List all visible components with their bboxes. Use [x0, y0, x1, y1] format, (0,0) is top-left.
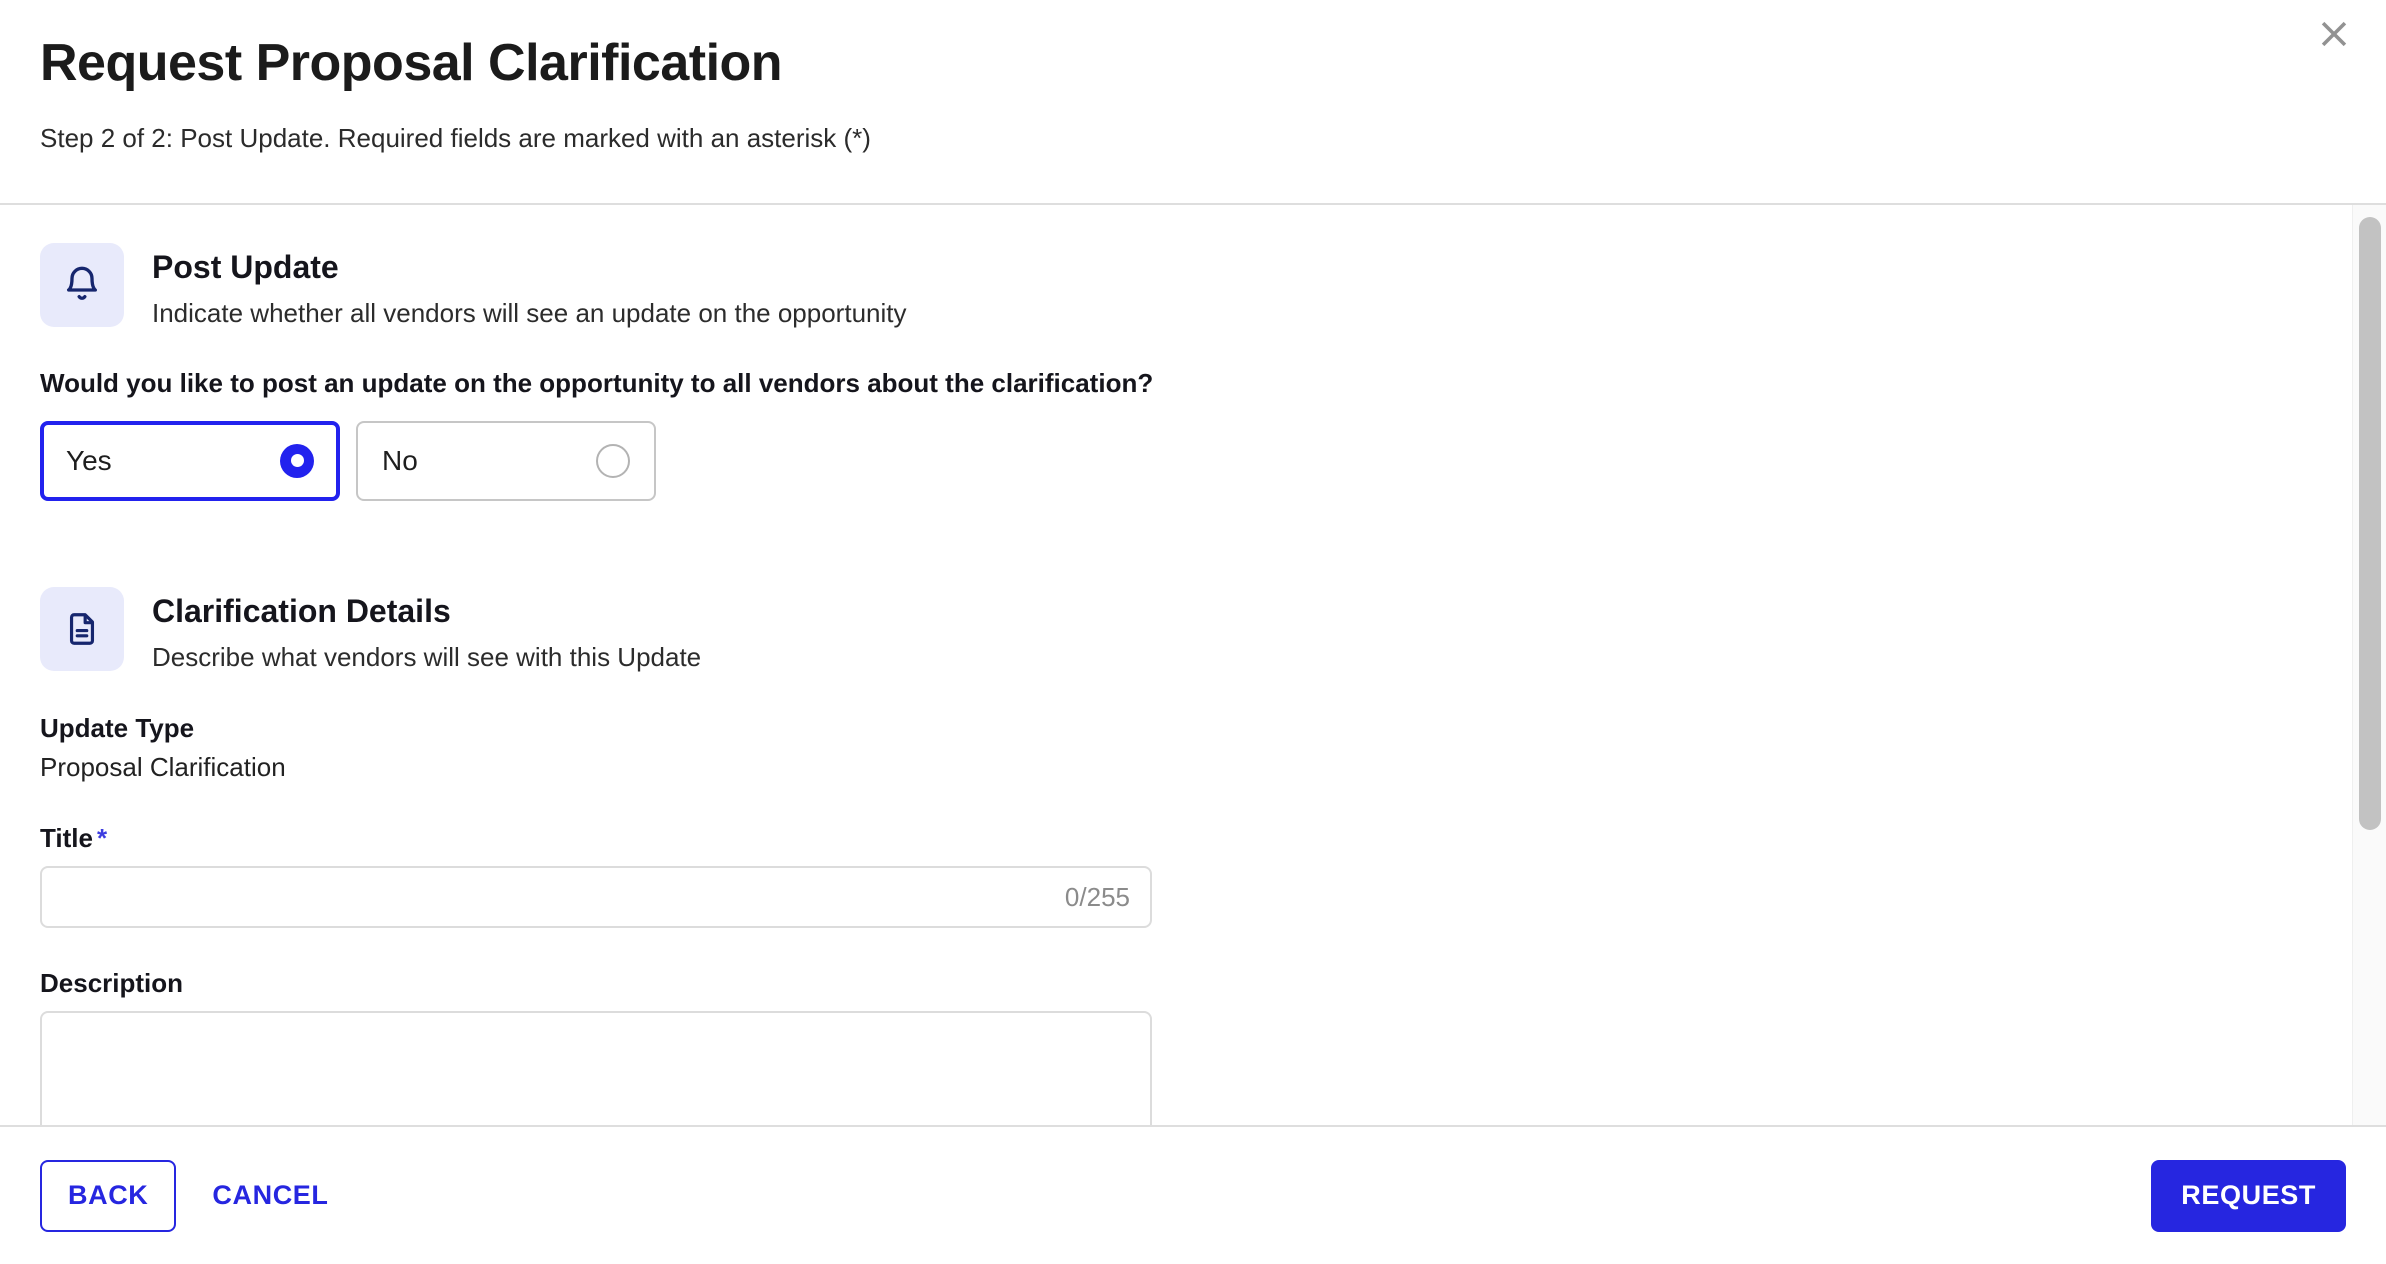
radio-option-no-label: No	[382, 444, 418, 476]
radio-option-no[interactable]: No	[356, 420, 656, 501]
footer-left-actions: BACK CANCEL	[40, 1159, 351, 1232]
post-update-question-label: Would you like to post an update on the …	[40, 367, 1154, 398]
section-post-update: Post Update Indicate whether all vendors…	[40, 243, 2300, 330]
title-char-counter: 0/255	[1064, 881, 1130, 912]
close-button[interactable]	[2306, 6, 2362, 62]
radio-option-yes-label: Yes	[66, 444, 112, 476]
back-button[interactable]: BACK	[40, 1159, 177, 1232]
required-asterisk: *	[96, 823, 108, 854]
update-type-value: Proposal Clarification	[40, 752, 286, 783]
section-title: Clarification Details	[152, 592, 451, 629]
close-icon	[2317, 17, 2351, 51]
description-textarea[interactable]	[40, 1011, 1152, 1125]
document-icon	[63, 610, 101, 648]
request-button[interactable]: REQUEST	[2151, 1159, 2346, 1232]
radio-mark-yes	[280, 443, 314, 478]
vertical-scrollbar-thumb[interactable]	[2359, 217, 2381, 830]
dialog-header: Request Proposal Clarification Step 2 of…	[0, 0, 2386, 205]
section-title: Post Update	[152, 249, 339, 285]
radio-option-yes[interactable]: Yes	[40, 420, 340, 501]
section-description: Indicate whether all vendors will see an…	[152, 298, 907, 329]
section-description: Describe what vendors will see with this…	[152, 641, 702, 672]
post-update-radio-group: Yes No	[40, 420, 2300, 501]
dialog-subtitle: Step 2 of 2: Post Update. Required field…	[40, 122, 871, 153]
title-input[interactable]: 0/255	[40, 866, 1152, 929]
cancel-button[interactable]: CANCEL	[190, 1160, 350, 1232]
update-type-label: Update Type	[40, 713, 195, 744]
page-title: Request Proposal Clarification	[40, 34, 783, 92]
description-label: Description	[40, 968, 184, 999]
bell-icon	[62, 265, 102, 305]
dialog-footer: BACK CANCEL REQUEST	[0, 1125, 2386, 1264]
radio-mark-no	[596, 443, 630, 478]
bell-icon-container	[40, 243, 124, 327]
vertical-scrollbar-track[interactable]	[2352, 205, 2386, 1125]
dialog-body: Post Update Indicate whether all vendors…	[0, 205, 2386, 1125]
section-clarification-details: Clarification Details Describe what vend…	[40, 586, 2300, 674]
title-label: Title *	[40, 823, 2300, 854]
title-label-text: Title	[40, 823, 93, 854]
request-proposal-clarification-dialog: Request Proposal Clarification Step 2 of…	[0, 0, 2386, 1264]
document-icon-container	[40, 586, 124, 671]
